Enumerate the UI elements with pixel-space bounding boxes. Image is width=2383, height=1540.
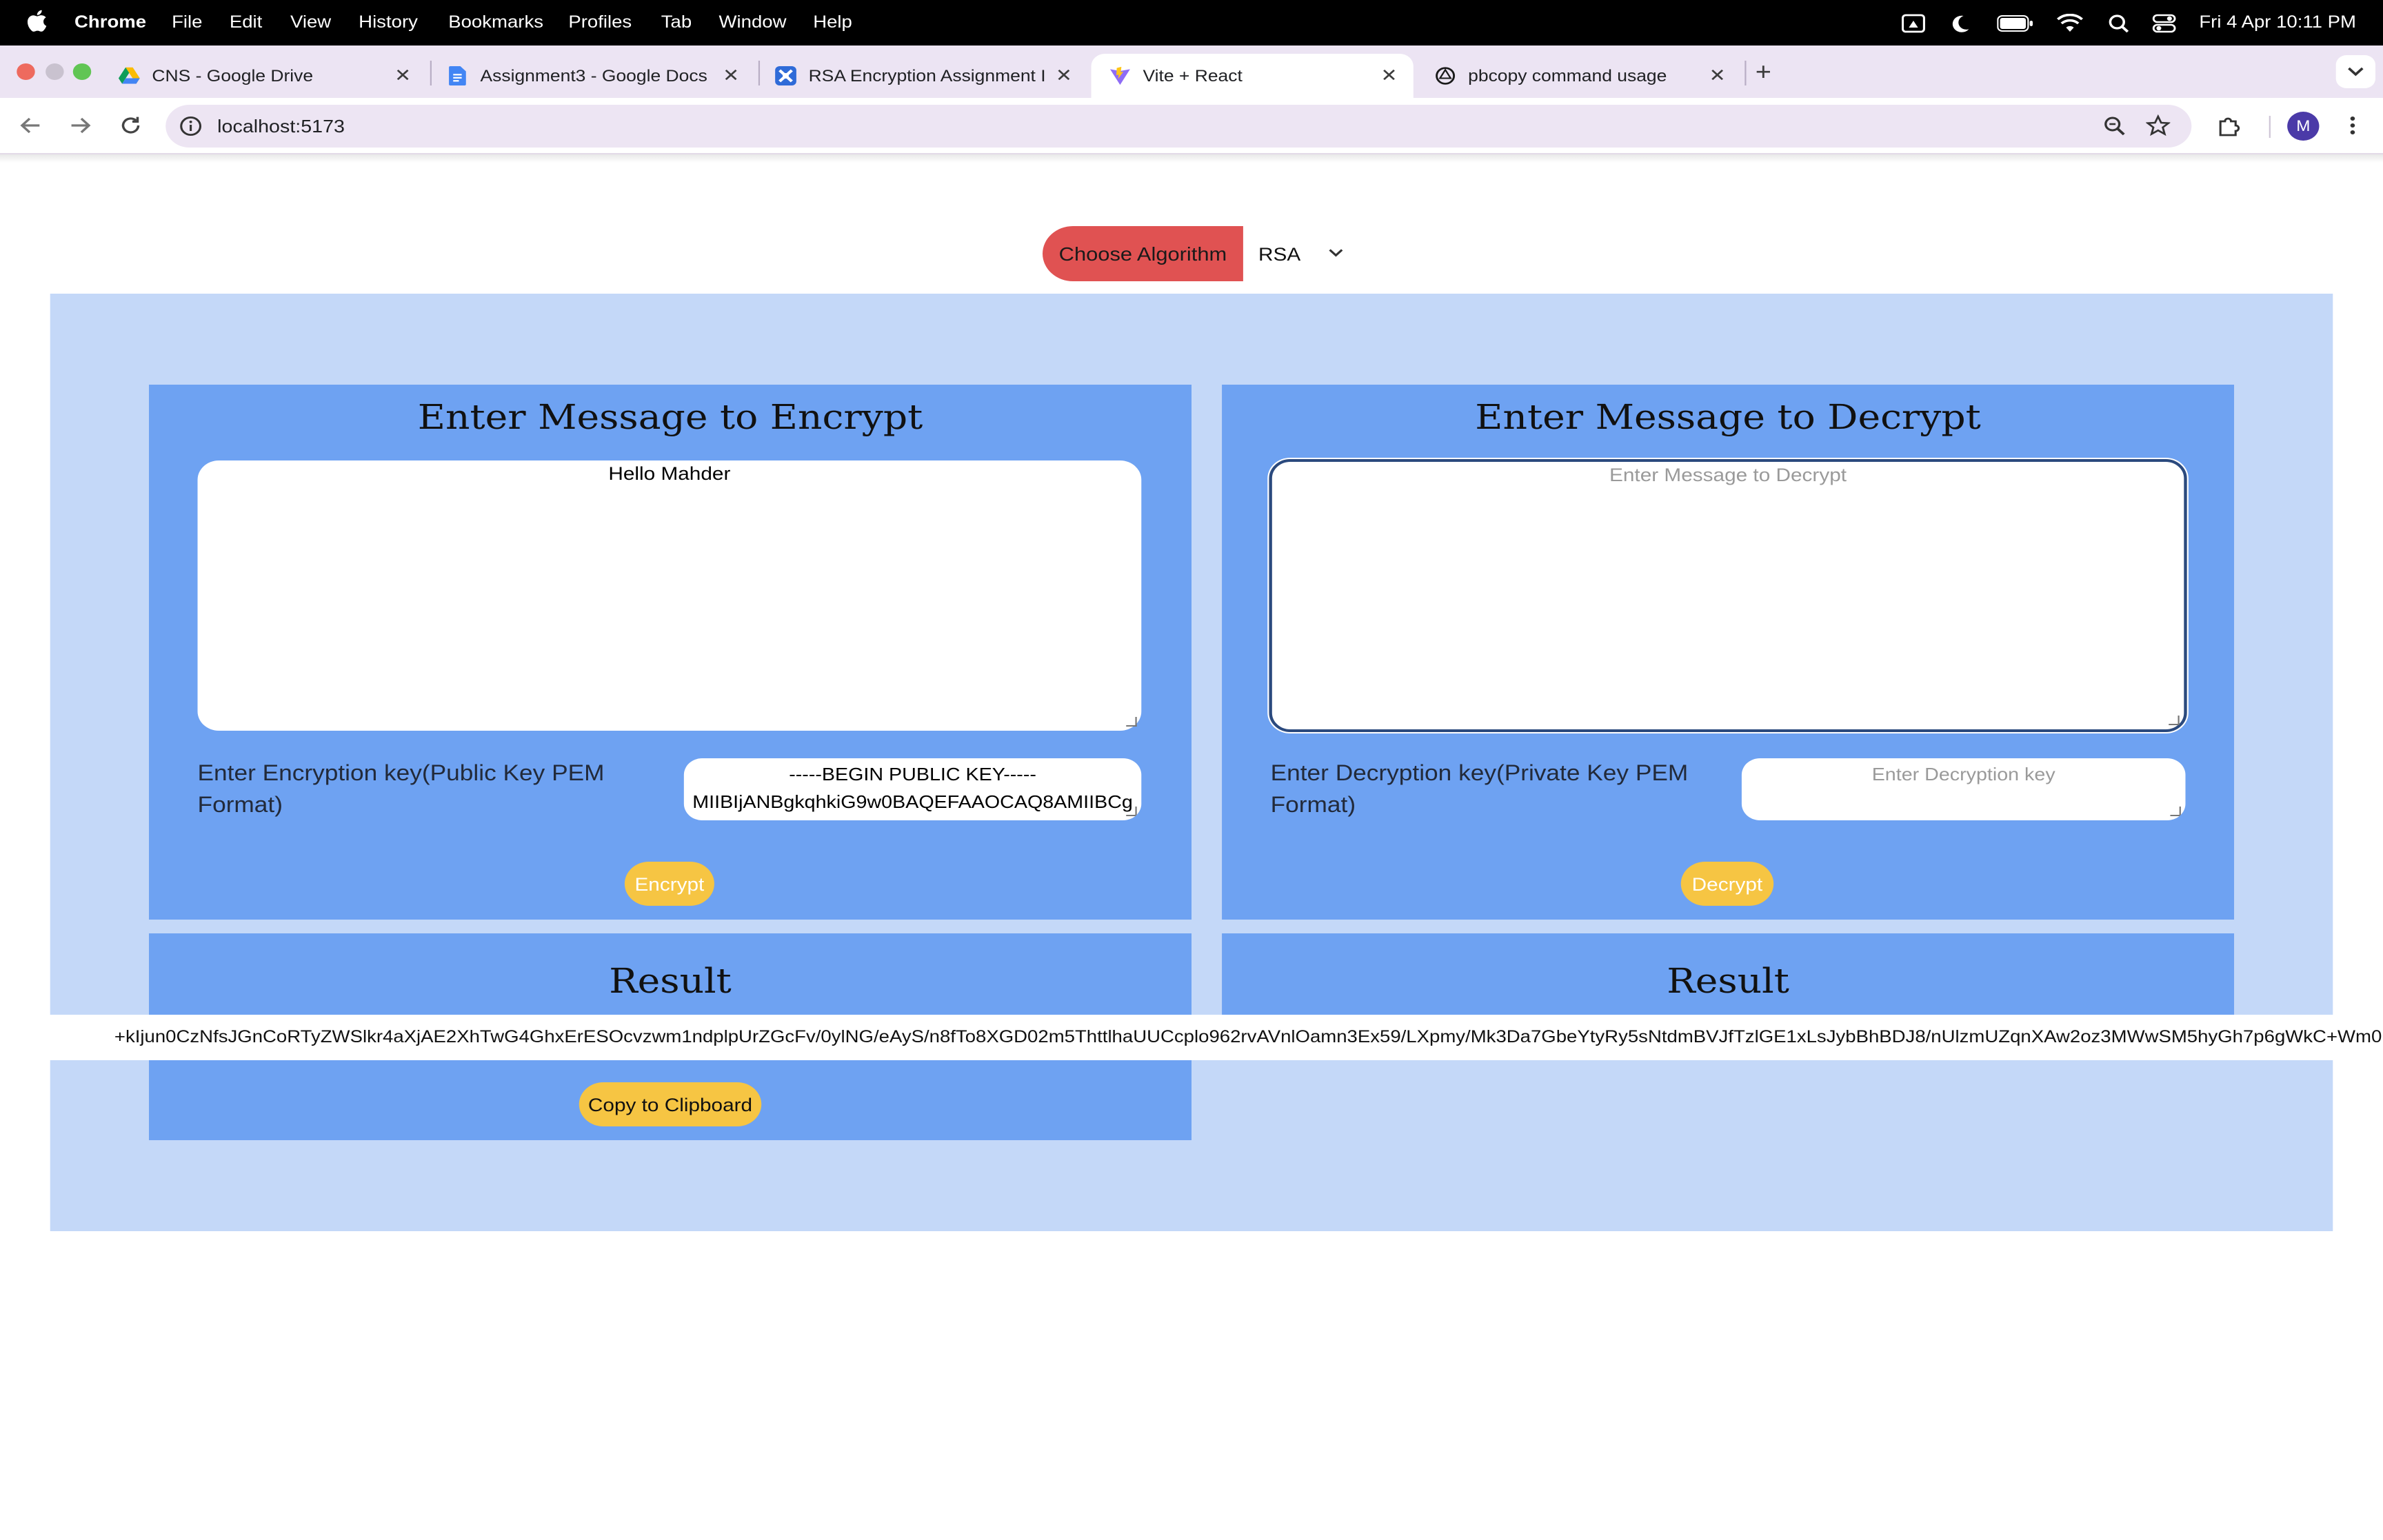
- decrypt-title: Enter Message to Decrypt: [1475, 397, 1981, 437]
- menu-history[interactable]: History: [359, 12, 418, 32]
- window-zoom-button[interactable]: [72, 63, 92, 80]
- algorithm-select[interactable]: RSA: [1243, 226, 1353, 281]
- chevron-down-icon: [1328, 245, 1343, 262]
- menu-file[interactable]: File: [172, 12, 202, 32]
- battery-icon[interactable]: [1997, 10, 2033, 37]
- more-menu-icon[interactable]: [2337, 112, 2368, 139]
- close-icon[interactable]: ✕: [1052, 65, 1076, 87]
- google-drive-icon: [118, 67, 140, 84]
- encryption-key-input[interactable]: -----BEGIN PUBLIC KEY----- MIIBIjANBgkqh…: [683, 758, 1142, 820]
- control-center-icon[interactable]: [2149, 10, 2180, 37]
- close-icon[interactable]: ✕: [719, 65, 743, 87]
- copy-to-clipboard-button[interactable]: Copy to Clipboard: [579, 1082, 762, 1126]
- encrypt-button[interactable]: Encrypt: [624, 862, 714, 906]
- encrypt-message-value: Hello Mahder: [608, 463, 731, 484]
- decrypt-result-panel: Result: [1222, 933, 2235, 1015]
- bookmark-star-icon[interactable]: [2145, 114, 2171, 143]
- address-bar[interactable]: localhost:5173: [165, 105, 2192, 148]
- resize-grip-icon[interactable]: [1126, 717, 1137, 727]
- new-tab-plus-icon[interactable]: +: [1756, 58, 1771, 87]
- back-arrow-icon[interactable]: [15, 112, 46, 139]
- encryption-key-label: Enter Encryption key(Public Key PEM Form…: [197, 762, 605, 818]
- tab-separator: [1744, 61, 1747, 85]
- openai-icon: [1436, 67, 1456, 85]
- menu-window[interactable]: Window: [719, 12, 787, 32]
- puzzle-icon: [775, 66, 796, 85]
- encryption-key-line2: MIIBIjANBgkqhkiG9w0BAQEFAAOCAQ8AMIIBCg: [692, 791, 1133, 812]
- apple-icon[interactable]: [27, 10, 48, 39]
- decrypt-message-placeholder: Enter Message to Decrypt: [1609, 465, 1847, 485]
- algorithm-selected-value: RSA: [1258, 243, 1301, 264]
- encrypt-panel: Enter Message to Encrypt Hello Mahder En…: [149, 385, 1192, 920]
- moon-icon[interactable]: [1945, 10, 1975, 37]
- decrypt-panel: Enter Message to Decrypt Enter Message t…: [1222, 385, 2235, 920]
- browser-toolbar: localhost:5173 M: [0, 98, 2383, 154]
- tab-title: Vite + React: [1143, 66, 1243, 85]
- wifi-icon[interactable]: [2055, 10, 2085, 37]
- vite-icon: [1109, 66, 1130, 85]
- encrypt-result-title: Result: [609, 961, 732, 1001]
- close-icon[interactable]: ✕: [390, 65, 414, 87]
- extensions-puzzle-icon[interactable]: [2214, 112, 2244, 139]
- forward-arrow-icon[interactable]: [66, 112, 96, 139]
- tab-rsa-encryption-assignment[interactable]: RSA Encryption Assignment I ✕: [757, 54, 1088, 98]
- reload-icon[interactable]: [116, 112, 146, 139]
- zoom-icon[interactable]: [2103, 116, 2126, 143]
- profile-avatar[interactable]: M: [2287, 112, 2320, 141]
- macos-menu-bar: Chrome File Edit View History Bookmarks …: [0, 0, 2383, 45]
- encrypt-title: Enter Message to Encrypt: [417, 397, 923, 437]
- close-icon[interactable]: ✕: [1705, 65, 1729, 87]
- resize-grip-icon[interactable]: [2170, 807, 2181, 816]
- tab-search-chevron-icon[interactable]: [2335, 55, 2376, 88]
- site-info-icon[interactable]: [179, 116, 202, 143]
- choose-algorithm-label: Choose Algorithm: [1043, 226, 1243, 281]
- tab-vite-react[interactable]: Vite + React ✕: [1091, 54, 1414, 98]
- menu-tab[interactable]: Tab: [661, 12, 692, 32]
- tab-cns-google-drive[interactable]: CNS - Google Drive ✕: [100, 54, 427, 98]
- decryption-key-input[interactable]: Enter Decryption key: [1741, 758, 2186, 820]
- window-minimize-button[interactable]: [46, 63, 64, 80]
- resize-grip-icon[interactable]: [1126, 807, 1137, 816]
- menu-edit[interactable]: Edit: [230, 12, 262, 32]
- toolbar-shadow: [0, 154, 2383, 163]
- tab-assignment3-google-docs[interactable]: Assignment3 - Google Docs ✕: [429, 54, 756, 98]
- tab-title: pbcopy command usage: [1468, 66, 1667, 85]
- url-text[interactable]: localhost:5173: [217, 116, 345, 136]
- tab-pbcopy-command-usage[interactable]: pbcopy command usage ✕: [1416, 54, 1742, 98]
- search-icon[interactable]: [2103, 10, 2133, 37]
- encryption-key-line1: -----BEGIN PUBLIC KEY-----: [789, 764, 1036, 784]
- tab-title: Assignment3 - Google Docs: [480, 66, 707, 85]
- menu-profiles[interactable]: Profiles: [568, 12, 632, 32]
- browser-tab-strip: CNS - Google Drive ✕ Assignment3 - Googl…: [0, 45, 2383, 98]
- decrypt-button[interactable]: Decrypt: [1680, 862, 1774, 906]
- menu-help[interactable]: Help: [813, 12, 852, 32]
- window-close-button[interactable]: [17, 63, 35, 80]
- menu-view[interactable]: View: [290, 12, 331, 32]
- cipher-text-output: +kIjun0CzNfsJGnCoRTyZWSlkr4aXjAE2XhTwG4G…: [0, 1015, 2383, 1060]
- menu-app-name[interactable]: Chrome: [74, 12, 146, 32]
- decryption-key-placeholder: Enter Decryption key: [1871, 764, 2055, 784]
- decrypt-result-title: Result: [1667, 961, 1789, 1001]
- cipher-text: +kIjun0CzNfsJGnCoRTyZWSlkr4aXjAE2XhTwG4G…: [114, 1027, 2383, 1046]
- resize-grip-icon[interactable]: [2169, 716, 2180, 725]
- menu-bookmarks[interactable]: Bookmarks: [448, 12, 543, 32]
- toolbar-divider: [2269, 116, 2271, 138]
- menu-datetime[interactable]: Fri 4 Apr 10:11 PM: [2199, 12, 2356, 32]
- tab-title: CNS - Google Drive: [152, 66, 314, 85]
- encrypt-message-textarea[interactable]: Hello Mahder: [197, 460, 1142, 731]
- google-docs-icon: [449, 66, 466, 85]
- close-icon[interactable]: ✕: [1377, 65, 1401, 87]
- tab-title: RSA Encryption Assignment I: [808, 66, 1046, 85]
- decryption-key-label: Enter Decryption key(Private Key PEM For…: [1270, 762, 1689, 818]
- screen-icon[interactable]: [1898, 10, 1929, 37]
- decrypt-message-textarea[interactable]: Enter Message to Decrypt: [1269, 459, 2187, 732]
